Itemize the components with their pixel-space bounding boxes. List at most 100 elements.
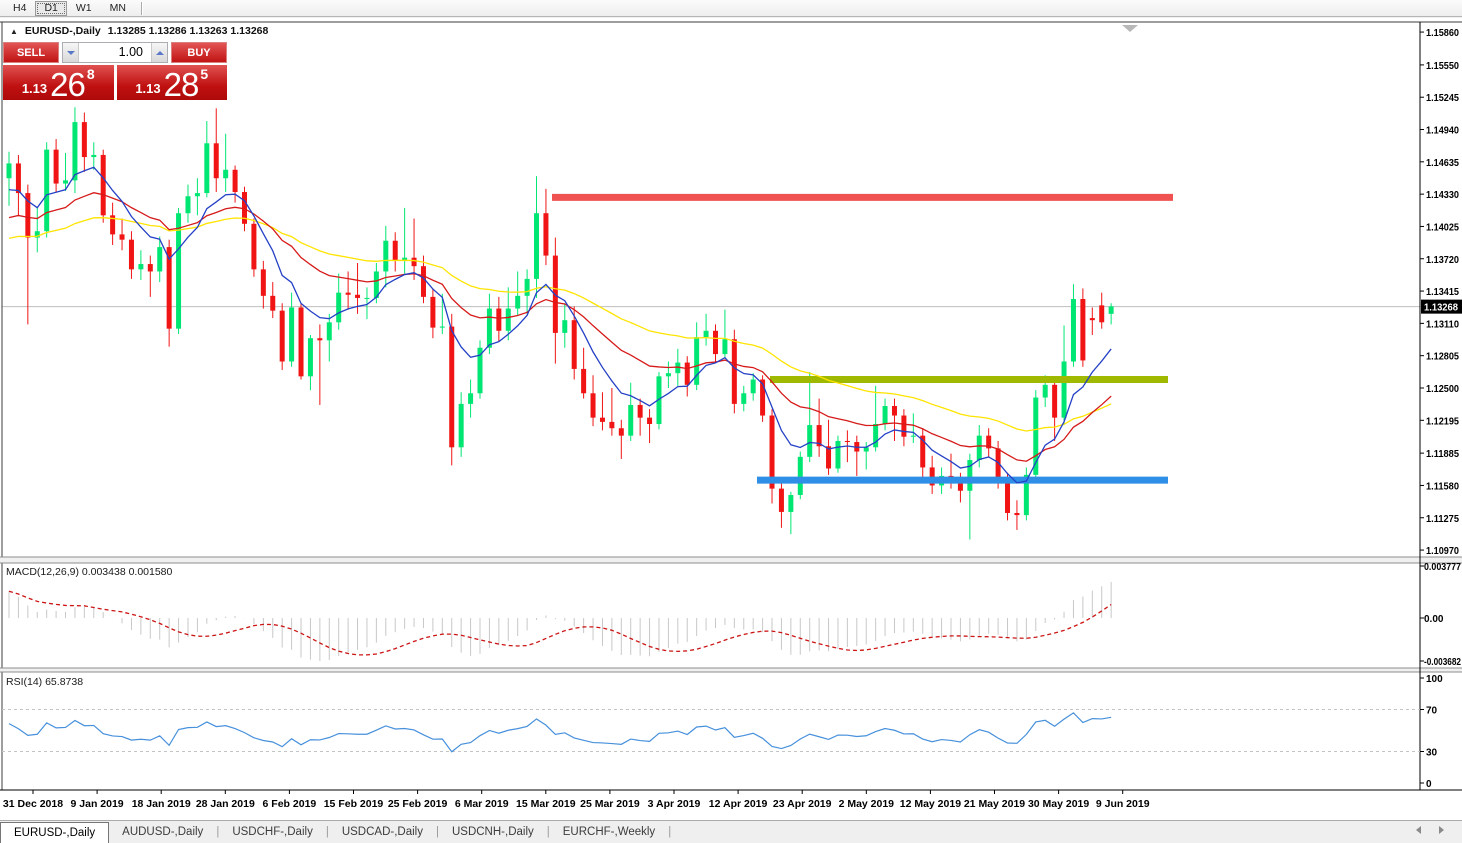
ma-fast [9,167,1111,483]
sell-button[interactable]: SELL [3,42,59,63]
sell-price-big: 26 [50,71,85,98]
moving-averages-layer [9,167,1111,483]
svg-text:30: 30 [1426,748,1438,759]
svg-text:1.11885: 1.11885 [1426,449,1459,460]
symbol-name: EURUSD-,Daily [25,25,101,37]
svg-text:23 Apr 2019: 23 Apr 2019 [773,798,832,810]
svg-text:30 May 2019: 30 May 2019 [1028,798,1089,810]
arrow-down-icon [67,51,75,55]
svg-text:3 Apr 2019: 3 Apr 2019 [648,798,701,810]
svg-text:28 Jan 2019: 28 Jan 2019 [196,798,255,810]
chart-canvas[interactable]: 1.15860 1.15550 1.15245 1.14940 1.14635 1.143… [0,18,1462,820]
sell-price-prefix: 1.13 [22,82,47,98]
svg-text:21 May 2019: 21 May 2019 [964,798,1025,810]
svg-text:0.003777: 0.003777 [1424,562,1461,573]
svg-text:31 Dec 2018: 31 Dec 2018 [3,798,63,810]
tab-audusd-daily[interactable]: AUDUSD-,Daily [109,822,216,843]
svg-text:0: 0 [1426,779,1432,790]
svg-text:1.12195: 1.12195 [1426,416,1459,427]
svg-text:1.14635: 1.14635 [1426,158,1459,169]
volume-increase-button[interactable] [151,43,167,62]
sell-price-pip: 8 [87,66,95,82]
sell-price-display[interactable]: 1.13 26 8 [3,65,114,100]
macd-signal-line [9,591,1111,655]
buy-price-pip: 5 [200,66,208,82]
macd-indicator-label: MACD(12,26,9) 0.003438 0.001580 [6,566,172,578]
svg-text:1.11580: 1.11580 [1426,481,1459,492]
date-axis[interactable]: 31 Dec 2018 9 Jan 2019 18 Jan 2019 28 Jan 2… [3,790,1150,810]
svg-text:1.13720: 1.13720 [1426,255,1459,266]
panel-frames [0,22,1462,790]
buy-price-display[interactable]: 1.13 28 5 [117,65,228,100]
one-click-trade-panel: SELL 1.00 BUY 1.13 26 8 1.13 28 5 [3,42,227,100]
timeframe-button-w1[interactable]: W1 [67,1,101,16]
chart-tab-bar: EURUSD-,DailyAUDUSD-,Daily | USDCHF-,Daily… [0,820,1462,843]
timeframe-toolbar: H4D1W1MN [0,0,1462,17]
svg-text:1.13110: 1.13110 [1426,319,1459,330]
svg-text:1.14330: 1.14330 [1426,190,1459,201]
ma-slow [9,218,1111,431]
chart-window: 1.15860 1.15550 1.15245 1.14940 1.14635 1.143… [0,18,1462,820]
volume-input[interactable]: 1.00 [79,43,151,62]
svg-text:12 Apr 2019: 12 Apr 2019 [709,798,768,810]
svg-text:18 Jan 2019: 18 Jan 2019 [132,798,191,810]
drawn-objects-layer[interactable] [552,197,1173,480]
collapse-triangle-icon[interactable]: ▲ [10,27,18,36]
svg-text:1.10970: 1.10970 [1426,546,1459,557]
timeframe-button-h4[interactable]: H4 [4,1,35,16]
svg-text:1.13415: 1.13415 [1426,287,1459,298]
tab-eurusd-daily[interactable]: EURUSD-,Daily [0,822,109,843]
rsi-panel[interactable] [2,710,1420,752]
rsi-line [9,713,1111,752]
svg-text:1.14940: 1.14940 [1426,126,1459,137]
timeframe-button-d1[interactable]: D1 [35,1,66,16]
svg-text:9 Jan 2019: 9 Jan 2019 [71,798,124,810]
timeframe-button-mn[interactable]: MN [101,1,135,16]
ma-medium [9,193,1111,462]
arrow-up-icon [156,51,164,55]
svg-text:1.15245: 1.15245 [1426,93,1459,104]
buy-price-big: 28 [164,71,199,98]
svg-text:6 Mar 2019: 6 Mar 2019 [455,798,509,810]
svg-text:25 Feb 2019: 25 Feb 2019 [388,798,448,810]
svg-text:15 Mar 2019: 15 Mar 2019 [516,798,576,810]
svg-text:1.15550: 1.15550 [1426,61,1459,72]
svg-text:6 Feb 2019: 6 Feb 2019 [263,798,317,810]
svg-text:12 May 2019: 12 May 2019 [900,798,961,810]
svg-text:25 Mar 2019: 25 Mar 2019 [580,798,640,810]
svg-text:9 Jun 2019: 9 Jun 2019 [1096,798,1150,810]
tab-usdcnh-daily[interactable]: USDCNH-,Daily [439,822,547,843]
candles-layer[interactable] [7,107,1114,539]
svg-text:100: 100 [1426,674,1443,685]
toolbar-divider [141,2,142,15]
chart-symbol-header: ▲ EURUSD-,Daily 1.13285 1.13286 1.13263 … [10,25,268,37]
svg-text:1.12500: 1.12500 [1426,384,1459,395]
rsi-indicator-label: RSI(14) 65.8738 [6,676,83,688]
svg-text:0.00: 0.00 [1424,614,1444,625]
tab-scroll-controls [1416,826,1444,834]
tab-usdchf-daily[interactable]: USDCHF-,Daily [219,822,326,843]
svg-text:15 Feb 2019: 15 Feb 2019 [324,798,384,810]
svg-text:1.13268: 1.13268 [1424,303,1458,314]
svg-text:-0.003682: -0.003682 [1424,657,1461,668]
tab-scroll-right-icon[interactable] [1439,826,1444,834]
macd-panel[interactable] [9,582,1111,661]
svg-text:1.15860: 1.15860 [1426,28,1459,39]
volume-decrease-button[interactable] [63,43,79,62]
tab-eurchf-weekly[interactable]: EURCHF-,Weekly [550,822,668,843]
svg-text:70: 70 [1426,706,1438,717]
svg-text:1.12805: 1.12805 [1426,352,1459,363]
chart-shift-icon [1122,25,1138,32]
symbol-ohlc-values: 1.13285 1.13286 1.13263 1.13268 [108,25,269,37]
buy-price-prefix: 1.13 [135,82,160,98]
buy-button[interactable]: BUY [171,42,227,63]
tab-usdcad-daily[interactable]: USDCAD-,Daily [329,822,436,843]
price-axis[interactable]: 1.15860 1.15550 1.15245 1.14940 1.14635 1.143… [1420,28,1462,790]
svg-text:1.11275: 1.11275 [1426,514,1459,525]
svg-text:1.14025: 1.14025 [1426,222,1459,233]
trading-terminal: H4D1W1MN 1.158601.155501.152451.149401.1… [0,0,1462,843]
svg-text:2 May 2019: 2 May 2019 [839,798,895,810]
volume-stepper: 1.00 [62,42,168,63]
tab-separator: | [668,822,671,843]
tab-scroll-left-icon[interactable] [1416,826,1421,834]
